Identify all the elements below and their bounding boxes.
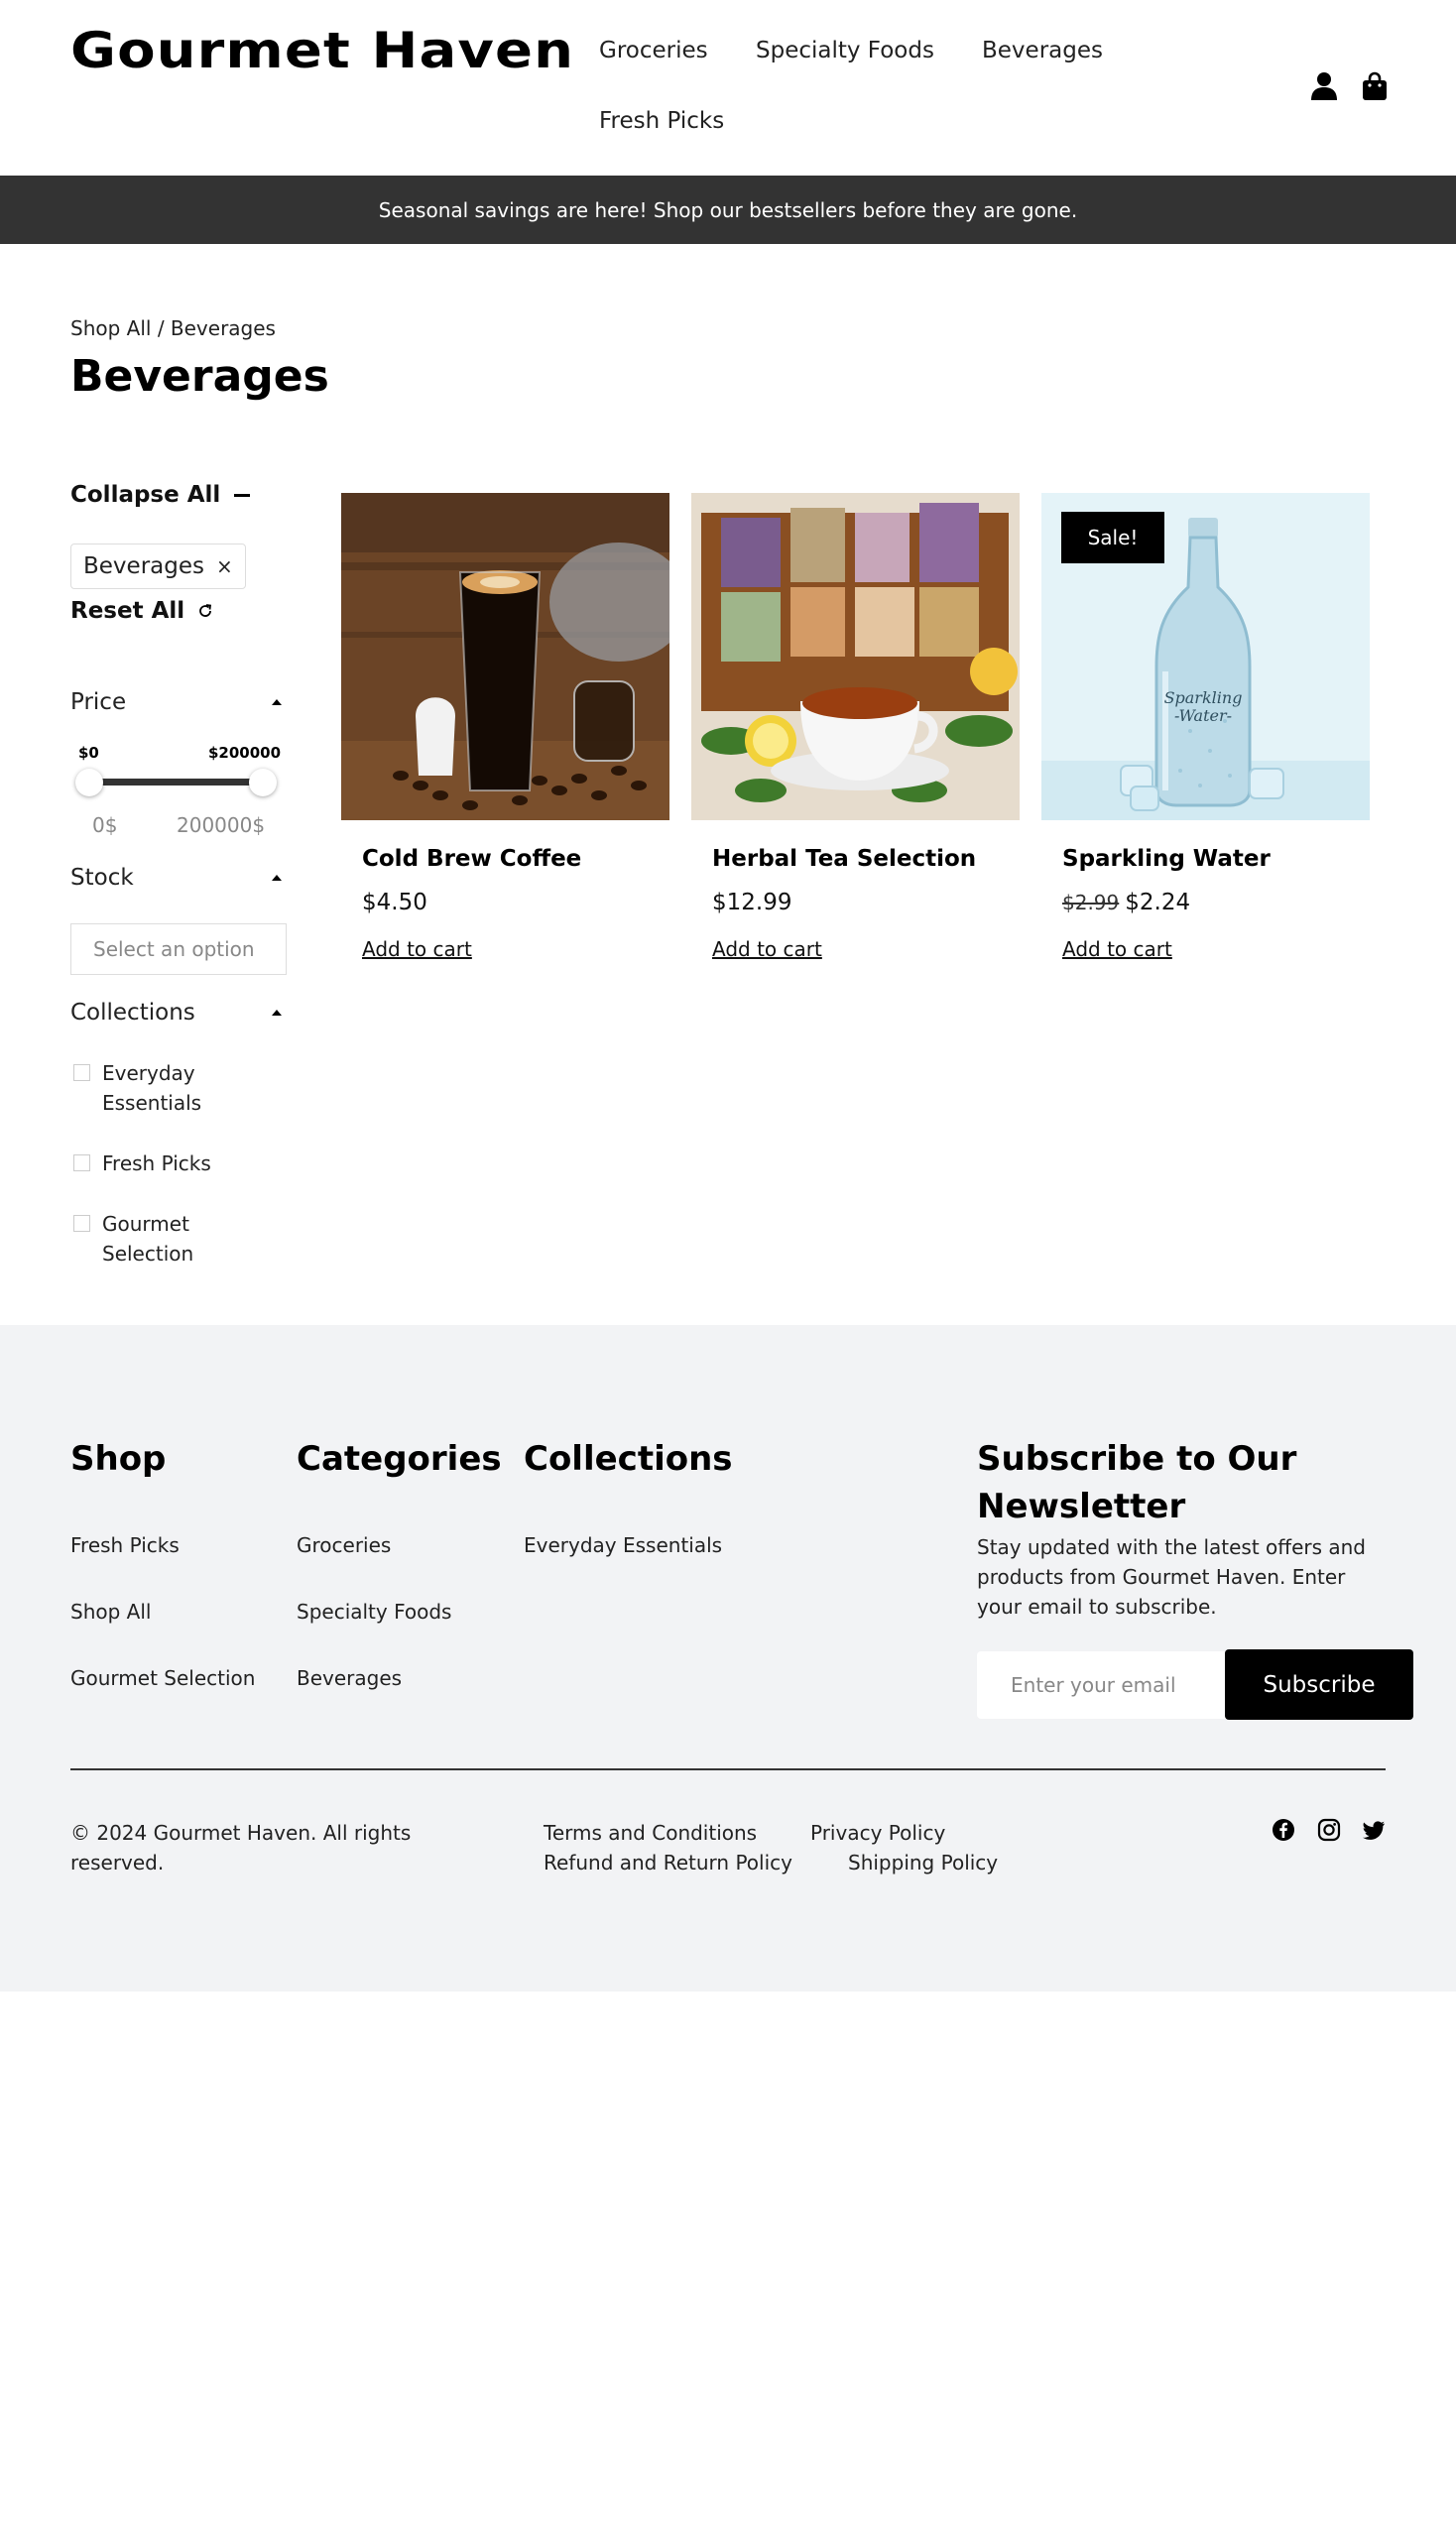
- collapse-all-button[interactable]: Collapse All: [70, 482, 251, 508]
- active-filter-chip[interactable]: Beverages ×: [70, 544, 246, 589]
- footer-link[interactable]: Gourmet Selection: [70, 1666, 255, 1690]
- close-icon[interactable]: ×: [216, 554, 233, 578]
- copyright-line: reserved.: [70, 1851, 165, 1874]
- nav-item-fresh-picks[interactable]: Fresh Picks: [599, 108, 724, 134]
- stock-facet-toggle[interactable]: Stock: [70, 865, 285, 891]
- collection-option-label: Everyday Essentials: [102, 1058, 201, 1118]
- sale-price: $2.24: [1125, 890, 1191, 915]
- option-label-line: Selection: [102, 1242, 194, 1266]
- page-title: Beverages: [70, 351, 329, 402]
- newsletter-heading-line: Newsletter: [977, 1487, 1186, 1526]
- email-field[interactable]: [977, 1651, 1227, 1719]
- shopping-bag-icon[interactable]: [1362, 71, 1388, 101]
- product-price: $12.99: [712, 890, 792, 915]
- newsletter-heading: Subscribe to Our Newsletter: [977, 1435, 1296, 1530]
- copyright-line: © 2024 Gourmet Haven. All rights: [70, 1821, 412, 1845]
- collapse-all-label: Collapse All: [70, 482, 221, 508]
- facebook-icon[interactable]: [1272, 1818, 1295, 1846]
- reset-all-button[interactable]: Reset All: [70, 598, 214, 624]
- collections-facet-toggle[interactable]: Collections: [70, 1000, 285, 1026]
- chevron-up-icon: [272, 699, 282, 705]
- sale-badge: Sale!: [1061, 512, 1164, 563]
- price-slider-min-handle[interactable]: [75, 769, 103, 796]
- original-price: $2.99: [1062, 891, 1120, 914]
- collection-option-label: Gourmet Selection: [102, 1209, 193, 1269]
- product-name[interactable]: Herbal Tea Selection: [712, 846, 976, 872]
- nav-item-groceries[interactable]: Groceries: [599, 38, 708, 63]
- footer-collections-heading: Collections: [524, 1439, 733, 1479]
- collection-option-gourmet-selection[interactable]: Gourmet Selection: [73, 1209, 193, 1269]
- product-price: $2.99 $2.24: [1062, 890, 1190, 915]
- newsletter-heading-line: Subscribe to Our: [977, 1439, 1297, 1479]
- price-min-input[interactable]: 0$: [92, 813, 117, 837]
- price-slider-max-handle[interactable]: [249, 769, 277, 796]
- checkbox[interactable]: [73, 1215, 90, 1232]
- stock-facet-label: Stock: [70, 865, 134, 891]
- chip-label: Beverages: [83, 553, 204, 579]
- product-name[interactable]: Cold Brew Coffee: [362, 846, 581, 872]
- checkbox[interactable]: [73, 1154, 90, 1171]
- twitter-icon[interactable]: [1362, 1818, 1386, 1846]
- chevron-up-icon: [272, 875, 282, 881]
- option-label-line: Essentials: [102, 1091, 202, 1115]
- price-slider-track[interactable]: [89, 779, 263, 786]
- footer-link[interactable]: Specialty Foods: [297, 1600, 451, 1624]
- footer-link[interactable]: Beverages: [297, 1666, 402, 1690]
- add-to-cart-button[interactable]: Add to cart: [1062, 937, 1172, 961]
- policy-link-terms[interactable]: Terms and Conditions: [544, 1821, 757, 1845]
- herbal-tea-image[interactable]: [691, 493, 1020, 820]
- site-logo[interactable]: Gourmet Haven: [70, 22, 574, 79]
- nav-item-specialty-foods[interactable]: Specialty Foods: [756, 38, 934, 63]
- stock-select-placeholder: Select an option: [93, 937, 255, 961]
- bottle-label-text: Sparkling: [1164, 688, 1243, 707]
- price-facet-label: Price: [70, 689, 127, 715]
- minus-icon: [234, 493, 251, 497]
- option-label-line: Gourmet: [102, 1212, 189, 1236]
- price-facet-toggle[interactable]: Price: [70, 689, 285, 715]
- copyright-text: © 2024 Gourmet Haven. All rights reserve…: [70, 1818, 447, 1877]
- product-price: $4.50: [362, 890, 427, 915]
- price-min-label: $0: [78, 744, 99, 762]
- announcement-bar: Seasonal savings are here! Shop our best…: [0, 176, 1456, 244]
- footer-shop-heading: Shop: [70, 1439, 167, 1479]
- nav-item-beverages[interactable]: Beverages: [982, 38, 1103, 63]
- announcement-text: Seasonal savings are here! Shop our best…: [378, 197, 1078, 222]
- policy-link-shipping[interactable]: Shipping Policy: [848, 1851, 998, 1874]
- policy-link-refund[interactable]: Refund and Return Policy: [544, 1851, 792, 1874]
- add-to-cart-button[interactable]: Add to cart: [712, 937, 822, 961]
- add-to-cart-button[interactable]: Add to cart: [362, 937, 472, 961]
- newsletter-description: Stay updated with the latest offers and …: [977, 1535, 1367, 1619]
- price-max-label: $200000: [208, 744, 282, 762]
- footer-link[interactable]: Everyday Essentials: [524, 1533, 722, 1557]
- cold-brew-coffee-image[interactable]: [341, 493, 669, 820]
- chevron-up-icon: [272, 1010, 282, 1016]
- footer-divider: [70, 1768, 1386, 1770]
- checkbox[interactable]: [73, 1064, 90, 1081]
- footer-categories-heading: Categories: [297, 1439, 502, 1479]
- breadcrumb[interactable]: Shop All / Beverages: [70, 316, 276, 340]
- refresh-icon: [199, 604, 212, 617]
- policy-link-privacy[interactable]: Privacy Policy: [810, 1821, 945, 1845]
- price-max-input[interactable]: 200000$: [177, 813, 265, 837]
- footer-link[interactable]: Shop All: [70, 1600, 151, 1624]
- reset-all-label: Reset All: [70, 598, 185, 624]
- collections-facet-label: Collections: [70, 1000, 195, 1026]
- option-label-line: Everyday: [102, 1061, 195, 1085]
- bottle-label-text: -Water-: [1174, 706, 1232, 725]
- site-header: Gourmet Haven Groceries Specialty Foods …: [0, 0, 1456, 176]
- collection-option-label: Fresh Picks: [102, 1151, 211, 1175]
- subscribe-button[interactable]: Subscribe: [1225, 1649, 1413, 1720]
- product-name[interactable]: Sparkling Water: [1062, 846, 1271, 872]
- instagram-icon[interactable]: [1317, 1818, 1341, 1846]
- footer-link[interactable]: Fresh Picks: [70, 1533, 180, 1557]
- stock-select[interactable]: Select an option: [70, 923, 287, 975]
- account-icon[interactable]: [1310, 71, 1338, 101]
- collection-option-fresh-picks[interactable]: Fresh Picks: [73, 1149, 211, 1178]
- collection-option-everyday-essentials[interactable]: Everyday Essentials: [73, 1058, 201, 1118]
- footer-link[interactable]: Groceries: [297, 1533, 391, 1557]
